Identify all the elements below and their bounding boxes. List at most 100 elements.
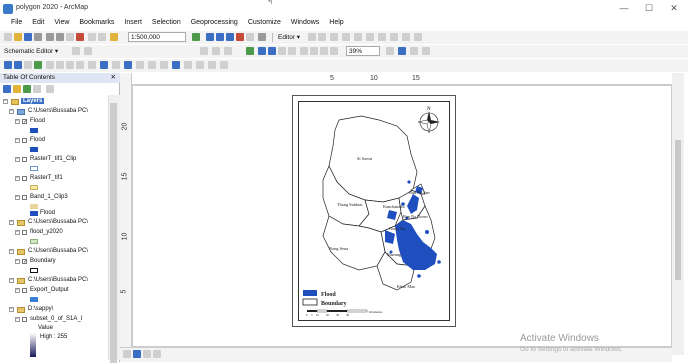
toc-options-icon[interactable] [46, 85, 54, 93]
change-layout-icon[interactable] [410, 47, 418, 55]
toc-item-boundary[interactable]: Boundary [30, 258, 56, 264]
expand-toggle[interactable]: − [15, 317, 20, 322]
menu-view[interactable]: View [49, 18, 74, 30]
editor-toolbar-icon[interactable] [192, 33, 200, 41]
full-extent-icon[interactable] [34, 61, 42, 69]
reshape-tool-icon[interactable] [354, 33, 362, 41]
minimize-button[interactable]: — [616, 3, 632, 13]
list-by-visibility-icon[interactable] [23, 85, 31, 93]
trace-tool-icon[interactable] [330, 33, 338, 41]
expand-toggle[interactable]: − [15, 119, 20, 124]
vertex-tool-icon[interactable] [342, 33, 350, 41]
create-features-icon[interactable] [414, 33, 422, 41]
toc-item-folder[interactable]: C:\Users\Bussaba PC\ [28, 219, 88, 225]
expand-toggle[interactable]: − [9, 307, 14, 312]
toc-item-folder[interactable]: C:\Users\Bussaba PC\ [28, 277, 88, 283]
list-by-source-icon[interactable] [13, 85, 21, 93]
layer-visibility-checkbox[interactable]: ✓ [22, 119, 27, 125]
toc-item-flood[interactable]: Flood [30, 118, 45, 124]
toc-root-layers[interactable]: Layers [21, 98, 45, 104]
open-folder-icon[interactable] [14, 33, 22, 41]
list-by-selection-icon[interactable] [33, 85, 41, 93]
menu-geoprocessing[interactable]: Geoprocessing [186, 18, 243, 30]
toc-window-icon[interactable] [206, 33, 214, 41]
fixed-zoom-in-icon[interactable] [310, 47, 318, 55]
zoom-100-icon[interactable] [300, 47, 308, 55]
schematic-tool-icon[interactable] [72, 47, 80, 55]
menu-insert[interactable]: Insert [119, 18, 147, 30]
zoom-in-icon[interactable] [4, 61, 12, 69]
pan-icon[interactable] [24, 61, 32, 69]
undo-icon[interactable] [88, 33, 96, 41]
catalog-window-icon[interactable] [216, 33, 224, 41]
toc-item-folder[interactable]: C:\Users\Bussaba PC\ [28, 108, 88, 114]
measure-icon[interactable] [160, 61, 168, 69]
go-back-icon[interactable] [66, 61, 74, 69]
find-route-icon[interactable] [184, 61, 192, 69]
python-window-icon[interactable] [246, 33, 254, 41]
go-to-xy-icon[interactable] [196, 61, 204, 69]
layout-toolbar-icon[interactable] [246, 47, 254, 55]
expand-toggle[interactable]: − [9, 109, 14, 114]
menu-bookmarks[interactable]: Bookmarks [74, 18, 119, 30]
map-scale-combo[interactable]: 1:500,000 [128, 32, 186, 42]
layer-visibility-checkbox[interactable] [22, 195, 27, 200]
html-popup-icon[interactable] [148, 61, 156, 69]
find-icon[interactable] [172, 61, 180, 69]
select-elements-icon[interactable] [112, 61, 120, 69]
layout-pan-icon[interactable] [278, 47, 286, 55]
time-slider-icon[interactable] [208, 61, 216, 69]
refresh-icon[interactable] [143, 350, 151, 358]
toc-scrollbar-thumb[interactable] [110, 103, 117, 363]
new-document-icon[interactable] [4, 33, 12, 41]
focus-data-frame-icon[interactable] [398, 47, 406, 55]
data-driven-pages-icon[interactable] [422, 47, 430, 55]
rotate-tool-icon[interactable] [378, 33, 386, 41]
layout-zoom-out-icon[interactable] [268, 47, 276, 55]
cut-icon[interactable] [46, 33, 54, 41]
attributes-icon[interactable] [390, 33, 398, 41]
layer-visibility-checkbox[interactable] [22, 176, 27, 181]
drawing-line-icon[interactable] [212, 47, 220, 55]
viewer-window-icon[interactable] [220, 61, 228, 69]
search-window-icon[interactable] [226, 33, 234, 41]
sketch-tool-icon[interactable] [318, 33, 326, 41]
go-forward-icon[interactable] [76, 61, 84, 69]
menu-edit[interactable]: Edit [27, 18, 49, 30]
layout-vertical-scroll-thumb[interactable] [675, 140, 681, 280]
expand-toggle[interactable]: − [15, 230, 20, 235]
expand-toggle[interactable]: − [9, 220, 14, 225]
schematic-layout-icon[interactable] [84, 47, 92, 55]
delete-icon[interactable] [76, 33, 84, 41]
toc-item-band1-clip3[interactable]: Band_1_Clip3 [30, 194, 68, 200]
toc-close-button[interactable]: ✕ [111, 73, 116, 83]
edit-tool-icon[interactable] [308, 33, 316, 41]
menu-help[interactable]: Help [324, 18, 348, 30]
editor-menu-label[interactable]: Editor ▾ [278, 33, 300, 41]
save-icon[interactable] [24, 33, 32, 41]
fixed-zoom-out-icon[interactable] [320, 47, 328, 55]
expand-toggle[interactable]: − [15, 176, 20, 181]
list-by-drawing-order-icon[interactable] [3, 85, 11, 93]
menu-file[interactable]: File [6, 18, 27, 30]
hyperlink-icon[interactable] [136, 61, 144, 69]
select-features-icon[interactable] [88, 61, 96, 69]
expand-toggle[interactable]: − [15, 138, 20, 143]
toc-item-folder-sappy[interactable]: D:\sappy\ [28, 306, 53, 312]
back-extent-icon[interactable] [330, 47, 338, 55]
split-tool-icon[interactable] [366, 33, 374, 41]
layout-zoom-in-icon[interactable] [258, 47, 266, 55]
map-data-frame[interactable]: Si Sawat Thong Sukhon Kanchanadit Ban Na… [298, 101, 450, 321]
toc-item-flood-2[interactable]: Flood [30, 137, 45, 143]
data-view-icon[interactable] [123, 350, 131, 358]
identify-icon[interactable] [124, 61, 132, 69]
menu-customize[interactable]: Customize [243, 18, 286, 30]
redo-icon[interactable] [98, 33, 106, 41]
toc-item-flood-y2020[interactable]: flood_y2020 [30, 229, 63, 235]
toc-item-folder[interactable]: C:\Users\Bussaba PC\ [28, 248, 88, 254]
pause-drawing-icon[interactable] [153, 350, 161, 358]
schematic-editor-label[interactable]: Schematic Editor ▾ [4, 47, 58, 55]
layer-visibility-checkbox[interactable] [22, 138, 27, 143]
toc-item-rastert[interactable]: RasterT_tif1 [30, 175, 63, 181]
zoom-whole-page-icon[interactable] [288, 47, 296, 55]
